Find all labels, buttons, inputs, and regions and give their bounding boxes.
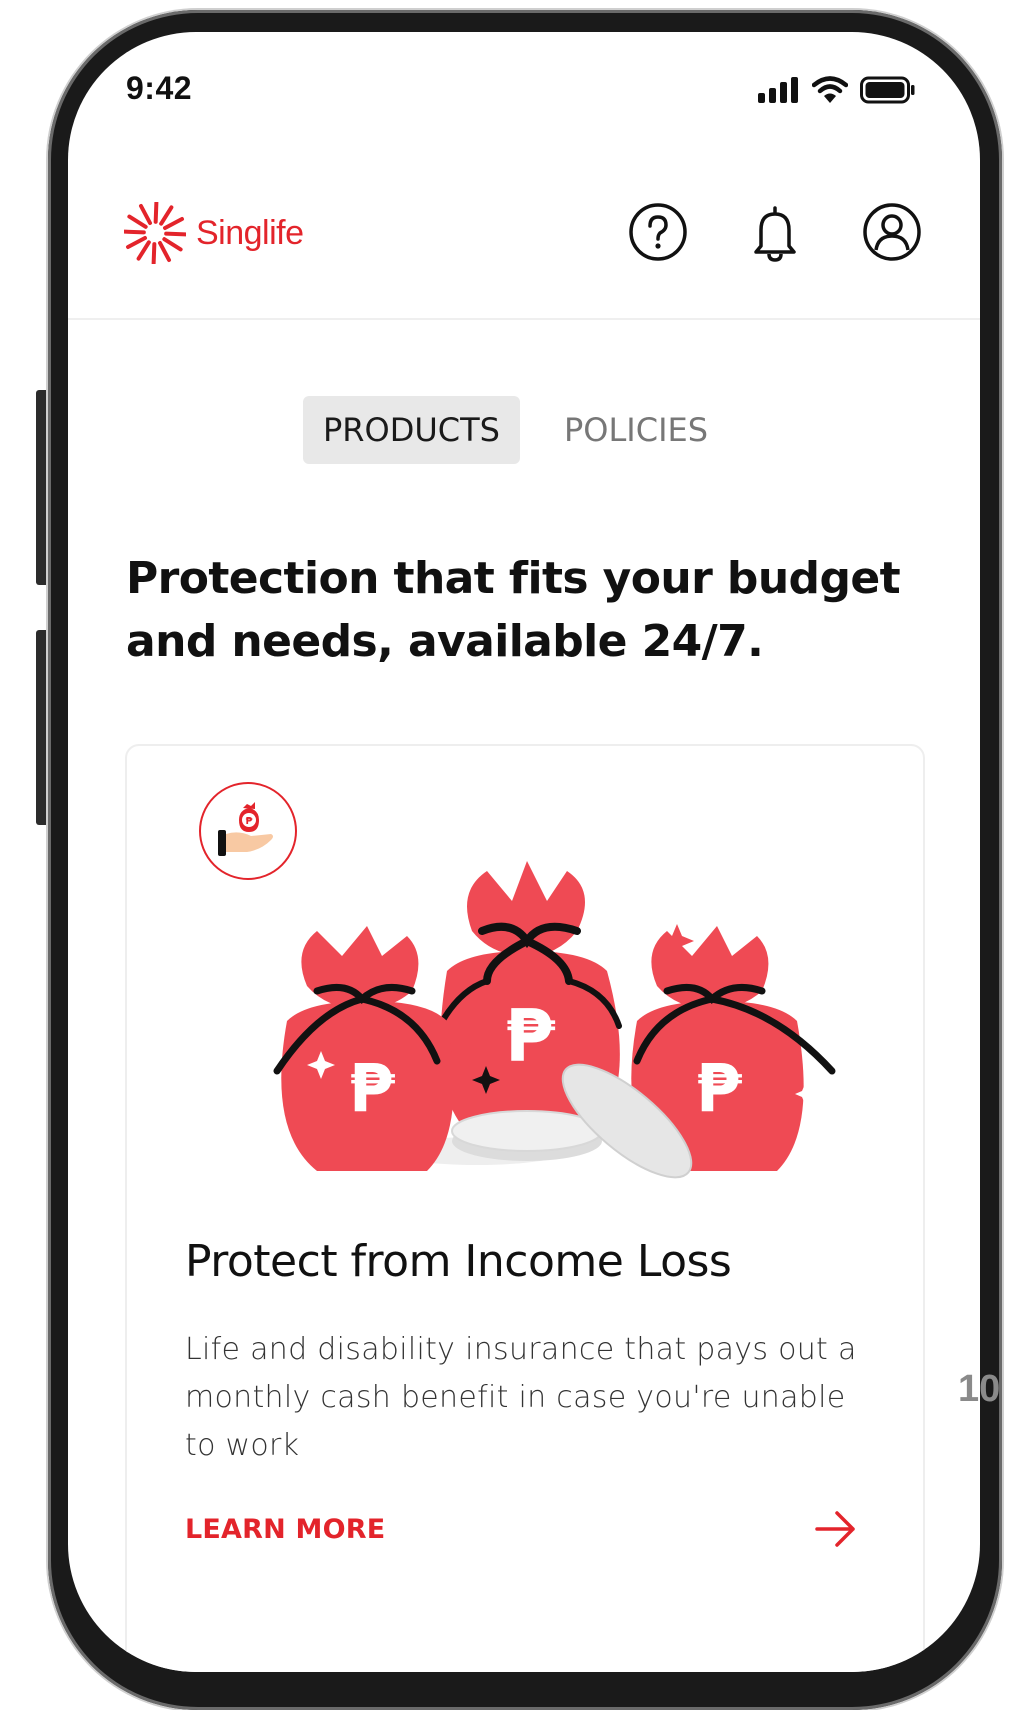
card-title: Protect from Income Loss (185, 1236, 732, 1287)
page-number: 10 (958, 1368, 1001, 1410)
help-circle-icon[interactable] (628, 202, 688, 262)
battery-icon (860, 76, 915, 104)
bell-icon[interactable] (745, 202, 805, 262)
wifi-icon (812, 76, 848, 103)
product-card[interactable]: ₱ ₱ ₱ ₱ Protect from Income Loss Life an… (125, 744, 925, 1672)
card-description: Life and disability insurance that pays … (185, 1332, 857, 1463)
user-profile-icon[interactable] (862, 202, 922, 262)
tab-policies[interactable]: POLICIES (544, 396, 728, 464)
page-headline: Protection that fits your budget and nee… (126, 553, 901, 667)
tab-bar: PRODUCTS POLICIES (303, 396, 728, 464)
status-time: 9:42 (126, 70, 193, 106)
arrow-right-icon[interactable] (813, 1506, 859, 1552)
brand-name: Singlife (196, 213, 304, 252)
phone-screen: 9:42 Singlife PRODUCTS POLICIES Protecti… (68, 32, 980, 1672)
money-bags-illustration: ₱ ₱ ₱ (273, 861, 836, 1179)
volume-down-button (36, 630, 48, 825)
app-header: Singlife (68, 182, 980, 320)
svg-text:₱: ₱ (505, 994, 556, 1078)
svg-text:₱: ₱ (349, 1050, 395, 1127)
signal-bars-icon (758, 77, 798, 103)
singlife-sun-logo-icon (124, 202, 186, 264)
volume-up-button (36, 390, 48, 585)
singlife-logo[interactable]: Singlife (124, 202, 304, 264)
tab-products[interactable]: PRODUCTS (303, 396, 520, 464)
learn-more-link[interactable]: LEARN MORE (185, 1514, 385, 1545)
svg-text:₱: ₱ (246, 816, 253, 827)
status-icons (758, 76, 916, 104)
svg-text:₱: ₱ (696, 1050, 742, 1127)
